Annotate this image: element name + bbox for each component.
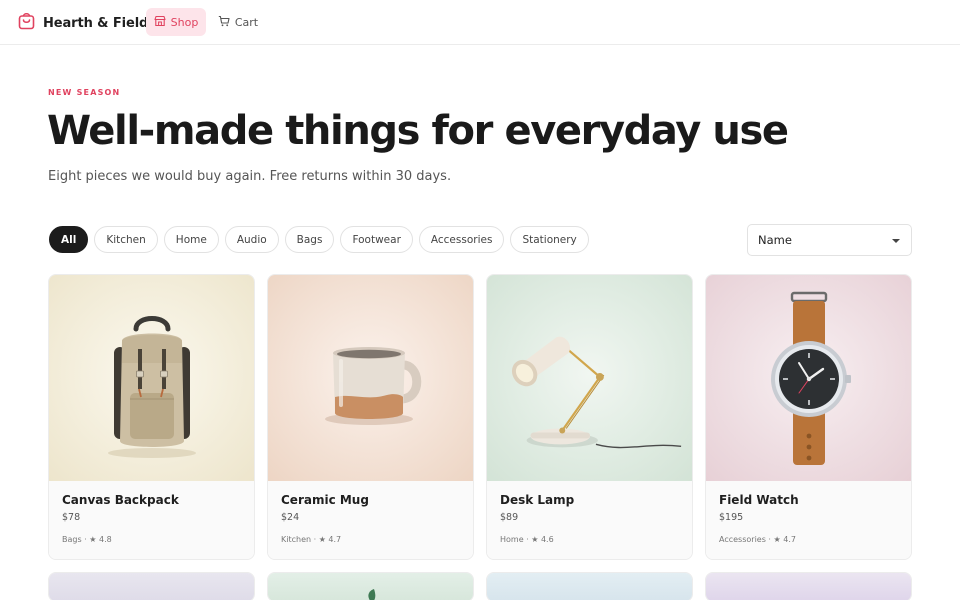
product-card-desk-lamp[interactable]: Desk Lamp $89 Home · ★ 4.6 <box>486 274 693 560</box>
product-grid: Canvas Backpack $78 Bags · ★ 4.8 Ceramic… <box>48 274 912 600</box>
page-title: Well-made things for everyday use <box>47 108 789 154</box>
lamp-image <box>487 275 692 481</box>
filter-chip-footwear[interactable]: Footwear <box>340 226 413 253</box>
backpack-image <box>49 275 254 481</box>
product-name: Desk Lamp <box>500 493 575 507</box>
filter-chip-kitchen[interactable]: Kitchen <box>94 226 158 253</box>
product-card[interactable] <box>48 572 255 600</box>
product-info: Field Watch $195 Accessories · ★ 4.7 <box>706 481 911 559</box>
product-image <box>49 573 254 600</box>
nav-shop[interactable]: Shop <box>146 8 206 36</box>
category-filters: All Kitchen Home Audio Bags Footwear Acc… <box>49 226 589 253</box>
brand-name: Hearth & Field <box>43 15 149 31</box>
product-card[interactable] <box>705 572 912 600</box>
product-card-field-watch[interactable]: Field Watch $195 Accessories · ★ 4.7 <box>705 274 912 560</box>
nav-cart-label: Cart <box>234 15 259 29</box>
brand[interactable]: Hearth & Field <box>18 12 148 34</box>
product-name: Field Watch <box>719 493 799 507</box>
filter-chip-all[interactable]: All <box>49 226 89 253</box>
product-info: Canvas Backpack $78 Bags · ★ 4.8 <box>49 481 254 559</box>
plant-image <box>268 573 473 600</box>
product-info: Desk Lamp $89 Home · ★ 4.6 <box>487 481 692 559</box>
mug-image <box>268 275 473 481</box>
product-name: Canvas Backpack <box>62 493 179 507</box>
hero-eyebrow: NEW SEASON <box>48 88 121 97</box>
product-meta: Home · ★ 4.6 <box>500 535 554 544</box>
product-image <box>487 573 692 600</box>
product-meta: Bags · ★ 4.8 <box>62 535 112 544</box>
nav-shop-label: Shop <box>170 15 199 29</box>
filter-chip-home[interactable]: Home <box>163 226 219 253</box>
product-meta: Kitchen · ★ 4.7 <box>281 535 342 544</box>
hero-subtitle: Eight pieces we would buy again. Free re… <box>48 169 452 184</box>
product-price: $89 <box>500 512 519 523</box>
product-meta: Accessories · ★ 4.7 <box>719 535 796 544</box>
nav-cart[interactable]: Cart <box>212 8 264 36</box>
top-nav: Hearth & Field Shop Cart <box>0 0 960 45</box>
cart-icon <box>218 15 230 30</box>
filter-chip-accessories[interactable]: Accessories <box>418 226 505 253</box>
filter-chip-audio[interactable]: Audio <box>224 226 279 253</box>
sort-select[interactable]: Name <box>747 224 912 256</box>
product-image <box>706 573 911 600</box>
product-card[interactable] <box>267 572 474 600</box>
storefront-icon <box>154 15 166 30</box>
filter-chip-stationery[interactable]: Stationery <box>510 226 589 253</box>
chevron-down-icon <box>892 239 900 243</box>
product-price: $24 <box>281 512 300 523</box>
product-card[interactable] <box>486 572 693 600</box>
product-card-canvas-backpack[interactable]: Canvas Backpack $78 Bags · ★ 4.8 <box>48 274 255 560</box>
sort-selected-value: Name <box>758 233 792 247</box>
shopping-bag-icon <box>18 12 35 34</box>
product-price: $195 <box>719 512 744 523</box>
watch-image <box>706 275 911 481</box>
product-price: $78 <box>62 512 81 523</box>
filter-chip-bags[interactable]: Bags <box>284 226 335 253</box>
product-name: Ceramic Mug <box>281 493 369 507</box>
product-info: Ceramic Mug $24 Kitchen · ★ 4.7 <box>268 481 473 559</box>
product-card-ceramic-mug[interactable]: Ceramic Mug $24 Kitchen · ★ 4.7 <box>267 274 474 560</box>
